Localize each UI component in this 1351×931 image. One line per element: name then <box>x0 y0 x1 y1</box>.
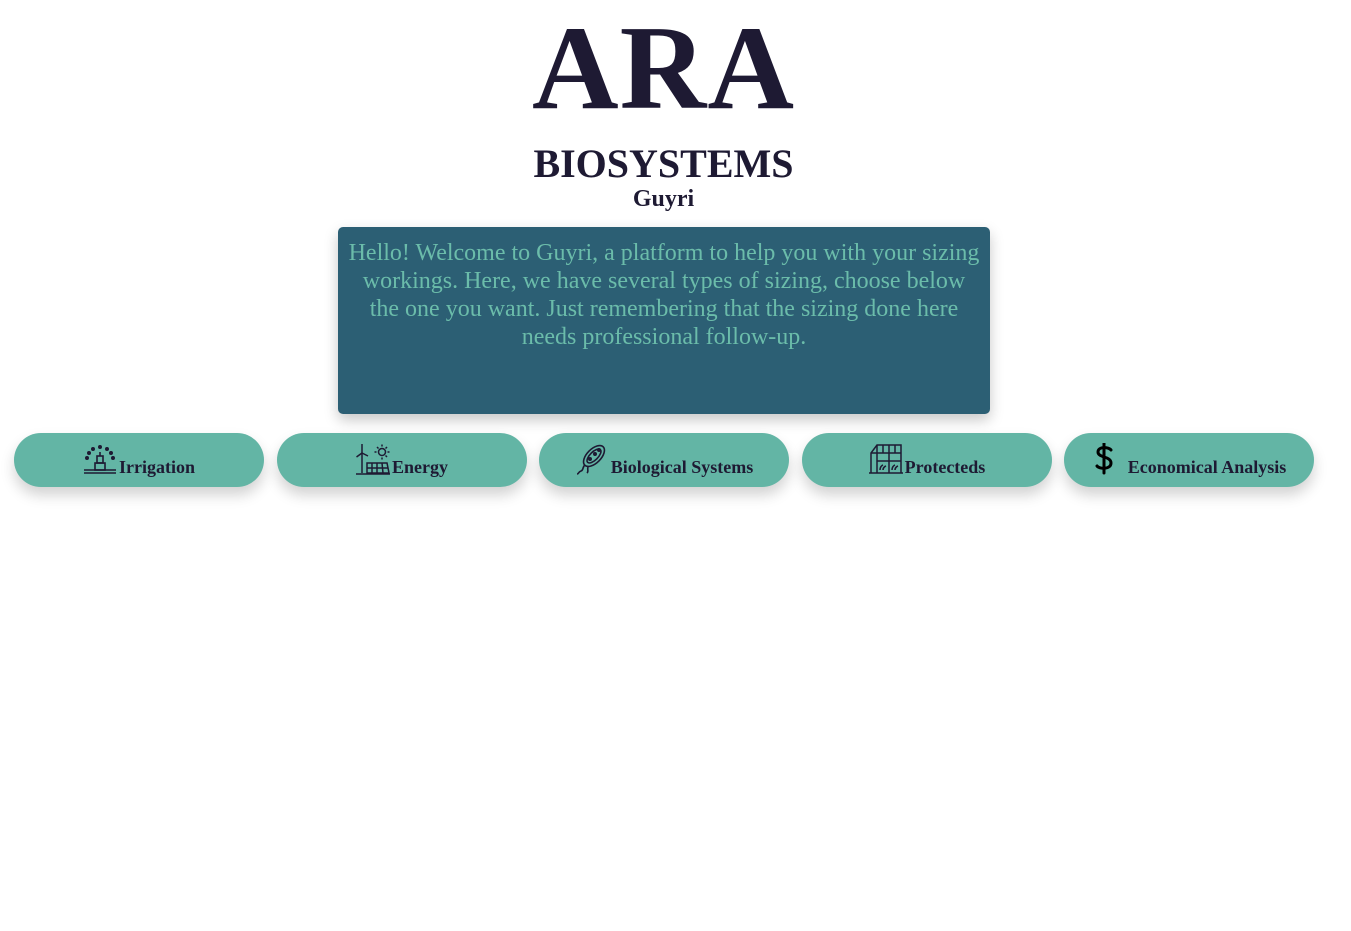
welcome-message: Hello! Welcome to Guyri, a platform to h… <box>348 240 980 350</box>
sprinkler-icon <box>83 443 117 475</box>
page: ARA BIOSYSTEMS Guyri Hello! Welcome to G… <box>0 0 1351 931</box>
brand-subtitle: BIOSYSTEMS <box>533 141 794 186</box>
welcome-card: Hello! Welcome to Guyri, a platform to h… <box>338 227 990 414</box>
protecteds-button-label: Protecteds <box>904 457 986 477</box>
energy-button[interactable]: Energy <box>277 433 527 487</box>
protecteds-button[interactable]: Protecteds <box>802 433 1052 487</box>
biological-systems-button-label: Biological Systems <box>610 457 754 477</box>
wind-solar-icon <box>356 443 390 475</box>
biological-systems-button[interactable]: Biological Systems <box>539 433 789 487</box>
sizing-type-nav: Irrigation Energy Biological Systems Pro… <box>14 433 1314 487</box>
app-name: Guyri <box>632 186 695 212</box>
bacteria-icon <box>575 443 609 475</box>
economical-analysis-button-label: Economical Analysis <box>1127 457 1287 477</box>
dollar-icon <box>1092 443 1126 475</box>
irrigation-button[interactable]: Irrigation <box>14 433 264 487</box>
greenhouse-icon <box>868 443 903 475</box>
energy-button-label: Energy <box>392 457 448 477</box>
irrigation-button-label: Irrigation <box>119 457 195 477</box>
brand-logo: ARA <box>532 1 795 134</box>
economical-analysis-button[interactable]: Economical Analysis <box>1064 433 1314 487</box>
